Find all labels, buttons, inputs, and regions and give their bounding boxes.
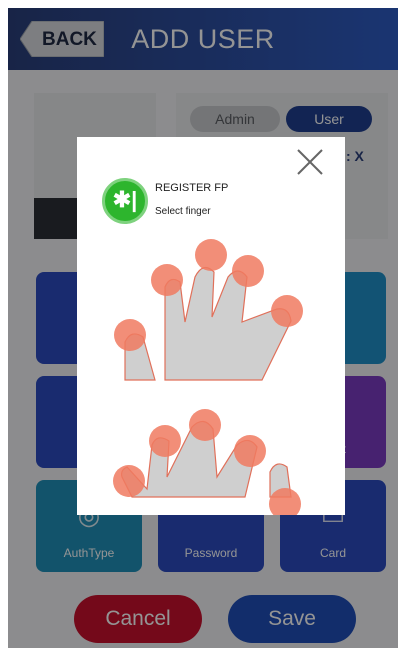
finger-right-little[interactable] (113, 465, 145, 497)
finger-left-index[interactable] (151, 264, 183, 296)
finger-right-middle[interactable] (189, 409, 221, 441)
finger-left-ring[interactable] (232, 255, 264, 287)
hands-illustration (113, 239, 303, 515)
finger-left-thumb[interactable] (114, 319, 146, 351)
finger-left-little[interactable] (271, 295, 303, 327)
finger-left-middle[interactable] (195, 239, 227, 271)
finger-right-ring[interactable] (149, 425, 181, 457)
left-hand (114, 239, 303, 381)
screen: BACK ADD USER Admin User : X N n Fing s … (8, 8, 398, 648)
right-hand (113, 409, 301, 515)
register-fp-dialog: ✱| REGISTER FP Select finger (77, 137, 345, 515)
finger-right-index[interactable] (234, 435, 266, 467)
